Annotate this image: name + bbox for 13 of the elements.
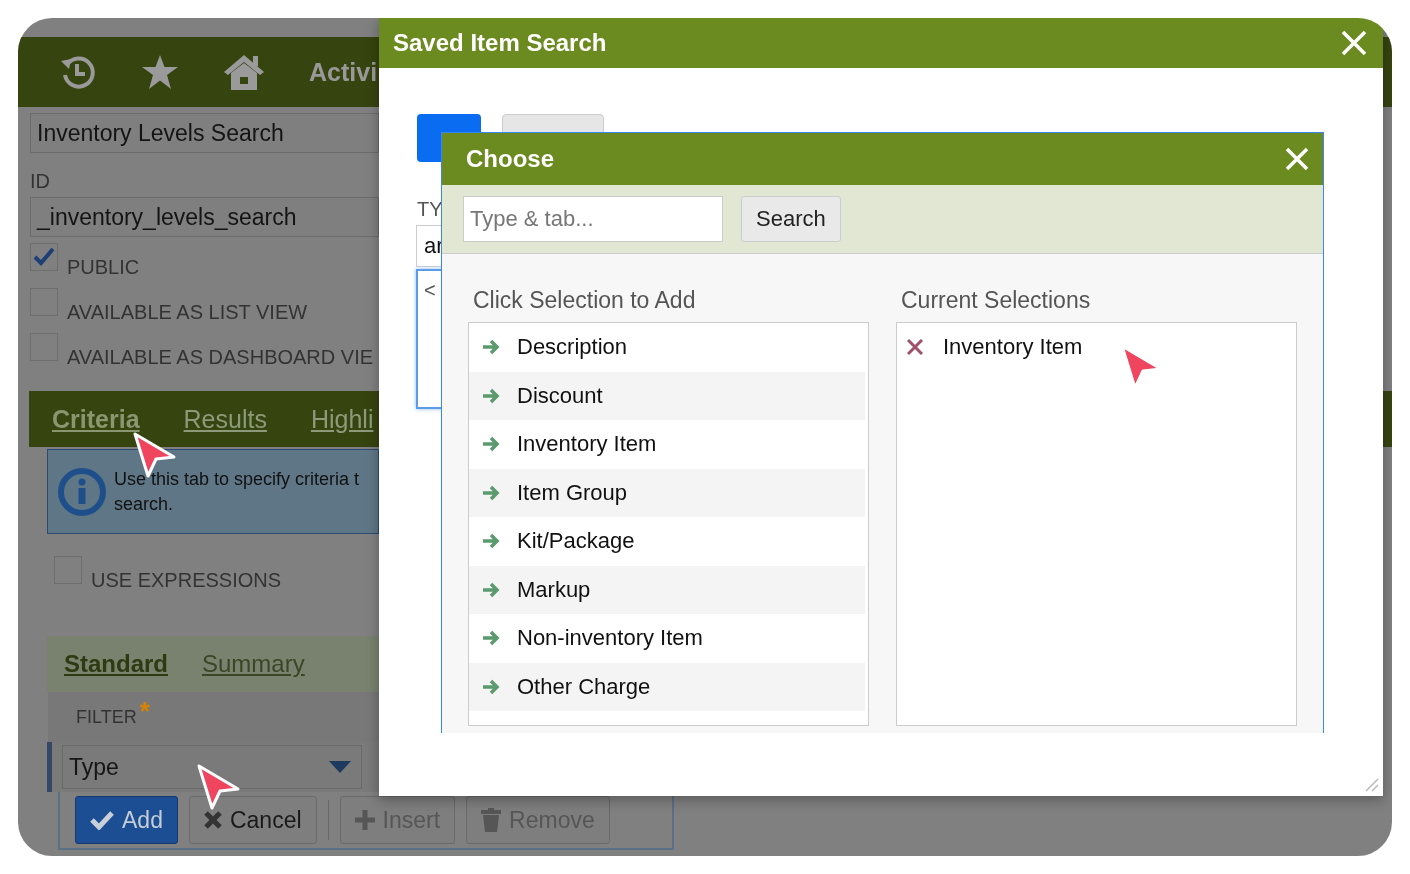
dialog-title: Choose	[466, 145, 554, 173]
info-text: Use this tab to specify criteria t search.	[114, 467, 360, 516]
field-label: TY	[417, 198, 443, 221]
checkbox-label: USE EXPRESSIONS	[91, 568, 282, 592]
checkbox-label: AVAILABLE AS DASHBOARD VIE	[67, 345, 374, 369]
column-label: FILTER	[76, 706, 137, 728]
checkbox-label: PUBLIC	[67, 255, 140, 279]
field-label: ID	[30, 169, 51, 193]
checkbox-label: AVAILABLE AS LIST VIEW	[67, 300, 308, 324]
dialog-title: Saved Item Search	[393, 29, 607, 57]
list-heading: Current Selections	[900, 287, 1092, 314]
required-mark: *	[139, 696, 150, 727]
list-heading: Click Selection to Add	[472, 287, 697, 314]
